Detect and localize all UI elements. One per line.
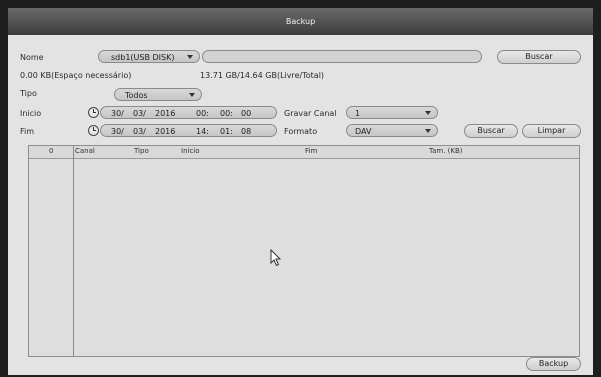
clear-button[interactable]: Limpar	[522, 124, 581, 138]
start-month[interactable]: 03/	[133, 109, 146, 118]
clock-icon[interactable]	[88, 107, 99, 118]
end-second[interactable]: 08	[241, 127, 251, 136]
start-label: Inicio	[20, 109, 42, 118]
header-channel: Canal	[75, 147, 95, 155]
device-select[interactable]: sdb1(USB DISK)	[98, 50, 200, 63]
chevron-down-icon	[425, 111, 431, 115]
type-select[interactable]: Todos	[114, 88, 202, 101]
format-select[interactable]: DAV	[346, 124, 438, 137]
search-button[interactable]: Buscar	[464, 124, 518, 138]
table-header: 0 Canal Tipo Inicio Fim Tam. (KB)	[29, 146, 579, 159]
type-label: Tipo	[20, 89, 37, 98]
end-hour[interactable]: 14:	[196, 127, 209, 136]
header-end: Fim	[305, 147, 318, 155]
end-minute[interactable]: 01:	[220, 127, 233, 136]
clock-icon[interactable]	[88, 125, 99, 136]
end-day[interactable]: 30/	[111, 127, 124, 136]
start-datetime-field[interactable]: 30/ 03/ 2016 00: 00: 00	[100, 106, 277, 119]
start-hour[interactable]: 00:	[196, 109, 209, 118]
channel-select-value: 1	[355, 109, 361, 118]
device-label: Nome	[20, 53, 44, 62]
device-select-value: sdb1(USB DISK)	[111, 53, 175, 62]
mouse-pointer-icon	[270, 249, 282, 267]
backup-window: Backup Nome sdb1(USB DISK) Buscar 0.00 K…	[8, 8, 593, 375]
format-label: Formato	[284, 127, 318, 136]
end-label: Fim	[20, 127, 35, 136]
chevron-down-icon	[425, 129, 431, 133]
device-search-button[interactable]: Buscar	[497, 50, 581, 64]
format-select-value: DAV	[355, 127, 372, 136]
path-field[interactable]	[202, 50, 482, 63]
chevron-down-icon	[187, 55, 193, 59]
backup-button[interactable]: Backup	[526, 357, 581, 371]
space-required: 0.00 KB(Espaço necessário)	[20, 71, 132, 80]
channel-select[interactable]: 1	[346, 106, 438, 119]
start-year[interactable]: 2016	[155, 109, 175, 118]
channel-label: Gravar Canal	[284, 109, 337, 118]
end-year[interactable]: 2016	[155, 127, 175, 136]
start-minute[interactable]: 00:	[220, 109, 233, 118]
column-divider	[73, 146, 74, 356]
header-type: Tipo	[134, 147, 149, 155]
header-start: Inicio	[181, 147, 200, 155]
space-free-total: 13.71 GB/14.64 GB(Livre/Total)	[200, 71, 325, 80]
results-table[interactable]: 0 Canal Tipo Inicio Fim Tam. (KB)	[28, 145, 580, 357]
start-second[interactable]: 00	[241, 109, 251, 118]
header-count[interactable]: 0	[49, 147, 53, 155]
chevron-down-icon	[189, 93, 195, 97]
window-title: Backup	[285, 17, 316, 26]
title-bar: Backup	[8, 8, 593, 35]
type-select-value: Todos	[125, 91, 148, 100]
start-day[interactable]: 30/	[111, 109, 124, 118]
end-month[interactable]: 03/	[133, 127, 146, 136]
header-size: Tam. (KB)	[429, 147, 463, 155]
end-datetime-field[interactable]: 30/ 03/ 2016 14: 01: 08	[100, 124, 277, 137]
